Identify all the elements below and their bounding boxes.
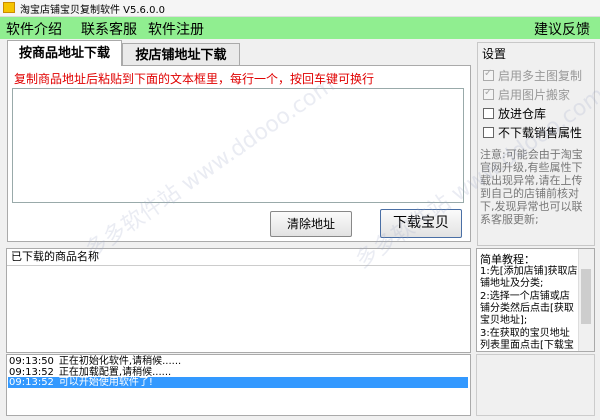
checkbox-icon[interactable] (483, 87, 494, 100)
checkbox-icon[interactable] (483, 108, 494, 119)
log-line-selected[interactable]: 09:13:52 可以开始使用软件了! (8, 377, 468, 388)
menu-contact-support[interactable]: 联系客服 (81, 19, 137, 39)
tab-product-url[interactable]: 按商品地址下载 (7, 40, 122, 66)
scrollbar-thumb[interactable] (581, 269, 591, 324)
checkbox-icon[interactable] (483, 68, 494, 81)
settings-note: 注意:可能会由于淘宝官网升级,有些属性下载出现异常,请在上传到自己的店铺前核对下… (480, 148, 583, 226)
option-label: 不下载销售属性 (498, 126, 583, 140)
log-panel[interactable]: 09:13:50 正在初始化软件,请稍候...... 09:13:52 正在加载配置… (6, 354, 471, 416)
put-in-warehouse-checkbox[interactable]: 放进仓库 (483, 105, 546, 122)
download-items-button[interactable]: 下载宝贝 (380, 209, 462, 238)
menu-feedback[interactable]: 建议反馈 (534, 19, 590, 39)
menu-software-register[interactable]: 软件注册 (148, 19, 204, 39)
title-bar: 淘宝店铺宝贝复制软件 V5.6.0.0 (0, 0, 600, 17)
status-area (476, 354, 595, 416)
log-line: 09:13:50 正在初始化软件,请稍候...... (8, 356, 468, 367)
log-message: 正在初始化软件,请稍候...... (58, 356, 182, 367)
log-message: 可以开始使用软件了! (58, 377, 153, 388)
tutorial-step: 3:在获取的宝贝地址列表里面点击[下载宝贝]; (480, 328, 574, 351)
list-header[interactable]: 已下载的商品名称 (7, 249, 470, 266)
skip-sales-attributes-checkbox[interactable]: 不下载销售属性 (483, 124, 582, 141)
clear-address-button[interactable]: 清除地址 (270, 211, 352, 237)
instruction-text: 复制商品地址后粘贴到下面的文本框里，每行一个，按回车键可换行 (14, 72, 375, 86)
product-url-panel: 复制商品地址后粘贴到下面的文本框里，每行一个，按回车键可换行 清除地址 下载宝贝 (7, 65, 471, 242)
image-migration-checkbox[interactable]: 启用图片搬家 (483, 86, 570, 103)
menu-software-intro[interactable]: 软件介绍 (6, 19, 62, 39)
app-icon (3, 2, 15, 13)
settings-title: 设置 (482, 47, 507, 61)
log-time: 09:13:50 (9, 356, 54, 367)
tutorial-box: 简单教程： 1:先[添加店铺]获取店铺地址及分类; 2:选择一个店铺或店铺分类然… (476, 248, 595, 352)
tutorial-title: 简单教程： (480, 253, 535, 266)
menu-bar: 软件介绍 联系客服 软件注册 建议反馈 (0, 17, 600, 39)
option-label: 放进仓库 (498, 107, 547, 121)
tutorial-step: 2:选择一个店铺或店铺分类然后点击[获取宝贝地址]; (480, 291, 574, 326)
url-textarea[interactable] (12, 88, 464, 203)
log-time: 09:13:52 (9, 377, 54, 388)
multi-main-image-checkbox[interactable]: 启用多主图复制 (483, 67, 582, 84)
downloaded-items-list[interactable]: 已下载的商品名称 (6, 248, 471, 353)
option-label: 启用多主图复制 (498, 69, 583, 83)
option-label: 启用图片搬家 (498, 88, 571, 102)
window-title: 淘宝店铺宝贝复制软件 V5.6.0.0 (20, 5, 166, 16)
settings-group: 设置 启用多主图复制 启用图片搬家 放进仓库 不下载销售属性 注意:可能会由于淘… (477, 42, 595, 246)
tab-shop-url[interactable]: 按店铺地址下载 (122, 43, 240, 66)
tutorial-step: 1:先[添加店铺]获取店铺地址及分类; (480, 266, 578, 289)
checkbox-icon[interactable] (483, 127, 494, 138)
tutorial-scrollbar[interactable] (578, 249, 594, 351)
